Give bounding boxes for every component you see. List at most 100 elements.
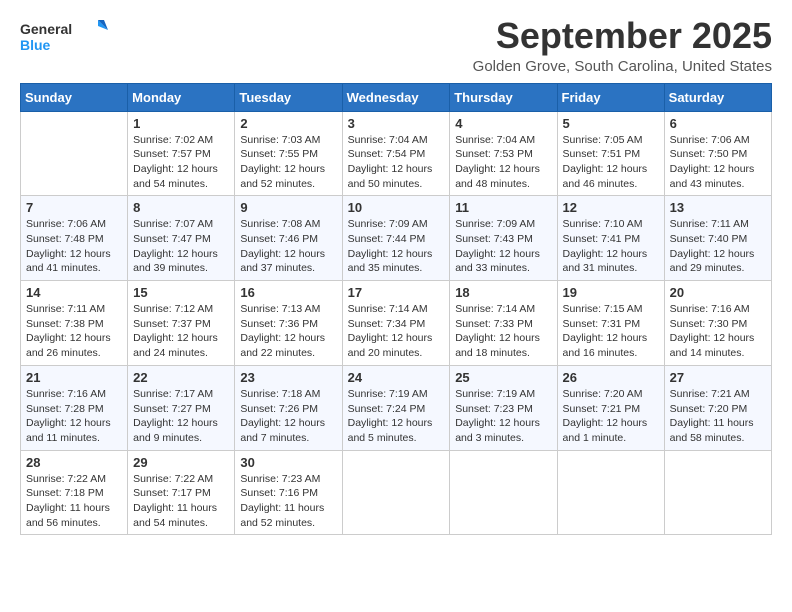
- table-row: 30 Sunrise: 7:23 AMSunset: 7:16 PMDayligh…: [235, 450, 342, 535]
- day-number: 13: [670, 200, 766, 215]
- day-info: Sunrise: 7:16 AMSunset: 7:28 PMDaylight:…: [26, 387, 122, 446]
- day-number: 10: [348, 200, 445, 215]
- day-info: Sunrise: 7:14 AMSunset: 7:33 PMDaylight:…: [455, 302, 551, 361]
- calendar-table: Sunday Monday Tuesday Wednesday Thursday…: [20, 83, 772, 536]
- table-row: 13Sunrise: 7:11 AMSunset: 7:40 PMDayligh…: [664, 196, 771, 281]
- day-number: 18: [455, 285, 551, 300]
- calendar-header-row: Sunday Monday Tuesday Wednesday Thursday…: [21, 83, 772, 111]
- day-number: 23: [240, 370, 336, 385]
- table-row: 7Sunrise: 7:06 AMSunset: 7:48 PMDaylight…: [21, 196, 128, 281]
- table-row: 25Sunrise: 7:19 AMSunset: 7:23 PMDayligh…: [450, 365, 557, 450]
- day-info: Sunrise: 7:04 AMSunset: 7:53 PMDaylight:…: [455, 133, 551, 192]
- table-row: 18 Sunrise: 7:14 AMSunset: 7:33 PMDayligh…: [450, 281, 557, 366]
- day-info: Sunrise: 7:09 AMSunset: 7:44 PMDaylight:…: [348, 217, 445, 276]
- table-row: [342, 450, 450, 535]
- day-info: Sunrise: 7:06 AMSunset: 7:48 PMDaylight:…: [26, 217, 122, 276]
- table-row: 12 Sunrise: 7:10 AMSunset: 7:41 PMDayligh…: [557, 196, 664, 281]
- table-row: 4 Sunrise: 7:04 AMSunset: 7:53 PMDaylight…: [450, 111, 557, 196]
- day-info: Sunrise: 7:15 AMSunset: 7:31 PMDaylight:…: [563, 302, 659, 361]
- col-monday: Monday: [128, 83, 235, 111]
- day-number: 22: [133, 370, 229, 385]
- table-row: 8 Sunrise: 7:07 AMSunset: 7:47 PMDaylight…: [128, 196, 235, 281]
- col-sunday: Sunday: [21, 83, 128, 111]
- day-number: 2: [240, 116, 336, 131]
- day-info: Sunrise: 7:10 AMSunset: 7:41 PMDaylight:…: [563, 217, 659, 276]
- day-info: Sunrise: 7:02 AMSunset: 7:57 PMDaylight:…: [133, 133, 229, 192]
- day-number: 26: [563, 370, 659, 385]
- table-row: 1 Sunrise: 7:02 AMSunset: 7:57 PMDaylight…: [128, 111, 235, 196]
- day-number: 6: [670, 116, 766, 131]
- day-info: Sunrise: 7:05 AMSunset: 7:51 PMDaylight:…: [563, 133, 659, 192]
- table-row: 3 Sunrise: 7:04 AMSunset: 7:54 PMDaylight…: [342, 111, 450, 196]
- col-friday: Friday: [557, 83, 664, 111]
- table-row: 11 Sunrise: 7:09 AMSunset: 7:43 PMDayligh…: [450, 196, 557, 281]
- day-number: 8: [133, 200, 229, 215]
- logo-svg: General Blue: [20, 16, 110, 56]
- day-number: 19: [563, 285, 659, 300]
- svg-text:Blue: Blue: [20, 37, 51, 53]
- table-row: 5Sunrise: 7:05 AMSunset: 7:51 PMDaylight…: [557, 111, 664, 196]
- day-number: 28: [26, 455, 122, 470]
- table-row: 9Sunrise: 7:08 AMSunset: 7:46 PMDaylight…: [235, 196, 342, 281]
- day-number: 11: [455, 200, 551, 215]
- day-info: Sunrise: 7:13 AMSunset: 7:36 PMDaylight:…: [240, 302, 336, 361]
- calendar-week-row: 7Sunrise: 7:06 AMSunset: 7:48 PMDaylight…: [21, 196, 772, 281]
- day-number: 1: [133, 116, 229, 131]
- day-number: 4: [455, 116, 551, 131]
- day-number: 24: [348, 370, 445, 385]
- day-info: Sunrise: 7:19 AMSunset: 7:23 PMDaylight:…: [455, 387, 551, 446]
- calendar-week-row: 28 Sunrise: 7:22 AMSunset: 7:18 PMDayligh…: [21, 450, 772, 535]
- calendar-week-row: 1 Sunrise: 7:02 AMSunset: 7:57 PMDaylight…: [21, 111, 772, 196]
- location-subtitle: Golden Grove, South Carolina, United Sta…: [473, 58, 772, 75]
- day-info: Sunrise: 7:09 AMSunset: 7:43 PMDaylight:…: [455, 217, 551, 276]
- day-info: Sunrise: 7:08 AMSunset: 7:46 PMDaylight:…: [240, 217, 336, 276]
- day-number: 15: [133, 285, 229, 300]
- table-row: 26Sunrise: 7:20 AMSunset: 7:21 PMDayligh…: [557, 365, 664, 450]
- day-info: Sunrise: 7:23 AMSunset: 7:16 PMDaylight:…: [240, 472, 336, 531]
- table-row: 14Sunrise: 7:11 AMSunset: 7:38 PMDayligh…: [21, 281, 128, 366]
- day-number: 27: [670, 370, 766, 385]
- table-row: 19 Sunrise: 7:15 AMSunset: 7:31 PMDayligh…: [557, 281, 664, 366]
- table-row: 27 Sunrise: 7:21 AMSunset: 7:20 PMDayligh…: [664, 365, 771, 450]
- col-tuesday: Tuesday: [235, 83, 342, 111]
- page-header: General Blue September 2025 Golden Grove…: [20, 16, 772, 75]
- table-row: [21, 111, 128, 196]
- day-info: Sunrise: 7:19 AMSunset: 7:24 PMDaylight:…: [348, 387, 445, 446]
- table-row: [664, 450, 771, 535]
- table-row: 16Sunrise: 7:13 AMSunset: 7:36 PMDayligh…: [235, 281, 342, 366]
- day-info: Sunrise: 7:04 AMSunset: 7:54 PMDaylight:…: [348, 133, 445, 192]
- day-number: 17: [348, 285, 445, 300]
- day-info: Sunrise: 7:22 AMSunset: 7:18 PMDaylight:…: [26, 472, 122, 531]
- col-wednesday: Wednesday: [342, 83, 450, 111]
- day-number: 29: [133, 455, 229, 470]
- day-info: Sunrise: 7:18 AMSunset: 7:26 PMDaylight:…: [240, 387, 336, 446]
- table-row: 17Sunrise: 7:14 AMSunset: 7:34 PMDayligh…: [342, 281, 450, 366]
- day-info: Sunrise: 7:22 AMSunset: 7:17 PMDaylight:…: [133, 472, 229, 531]
- logo: General Blue: [20, 16, 110, 56]
- day-info: Sunrise: 7:12 AMSunset: 7:37 PMDaylight:…: [133, 302, 229, 361]
- day-number: 21: [26, 370, 122, 385]
- table-row: 15 Sunrise: 7:12 AMSunset: 7:37 PMDayligh…: [128, 281, 235, 366]
- day-number: 30: [240, 455, 336, 470]
- day-info: Sunrise: 7:07 AMSunset: 7:47 PMDaylight:…: [133, 217, 229, 276]
- table-row: 29 Sunrise: 7:22 AMSunset: 7:17 PMDayligh…: [128, 450, 235, 535]
- table-row: 21 Sunrise: 7:16 AMSunset: 7:28 PMDayligh…: [21, 365, 128, 450]
- day-info: Sunrise: 7:21 AMSunset: 7:20 PMDaylight:…: [670, 387, 766, 446]
- day-number: 20: [670, 285, 766, 300]
- day-number: 3: [348, 116, 445, 131]
- col-thursday: Thursday: [450, 83, 557, 111]
- table-row: 20 Sunrise: 7:16 AMSunset: 7:30 PMDayligh…: [664, 281, 771, 366]
- col-saturday: Saturday: [664, 83, 771, 111]
- title-block: September 2025 Golden Grove, South Carol…: [473, 16, 772, 75]
- calendar-week-row: 21 Sunrise: 7:16 AMSunset: 7:28 PMDayligh…: [21, 365, 772, 450]
- day-info: Sunrise: 7:03 AMSunset: 7:55 PMDaylight:…: [240, 133, 336, 192]
- table-row: 28 Sunrise: 7:22 AMSunset: 7:18 PMDayligh…: [21, 450, 128, 535]
- table-row: 23 Sunrise: 7:18 AMSunset: 7:26 PMDayligh…: [235, 365, 342, 450]
- month-title: September 2025: [473, 16, 772, 56]
- day-number: 12: [563, 200, 659, 215]
- day-info: Sunrise: 7:16 AMSunset: 7:30 PMDaylight:…: [670, 302, 766, 361]
- day-info: Sunrise: 7:06 AMSunset: 7:50 PMDaylight:…: [670, 133, 766, 192]
- table-row: 10 Sunrise: 7:09 AMSunset: 7:44 PMDayligh…: [342, 196, 450, 281]
- table-row: [450, 450, 557, 535]
- table-row: 24 Sunrise: 7:19 AMSunset: 7:24 PMDayligh…: [342, 365, 450, 450]
